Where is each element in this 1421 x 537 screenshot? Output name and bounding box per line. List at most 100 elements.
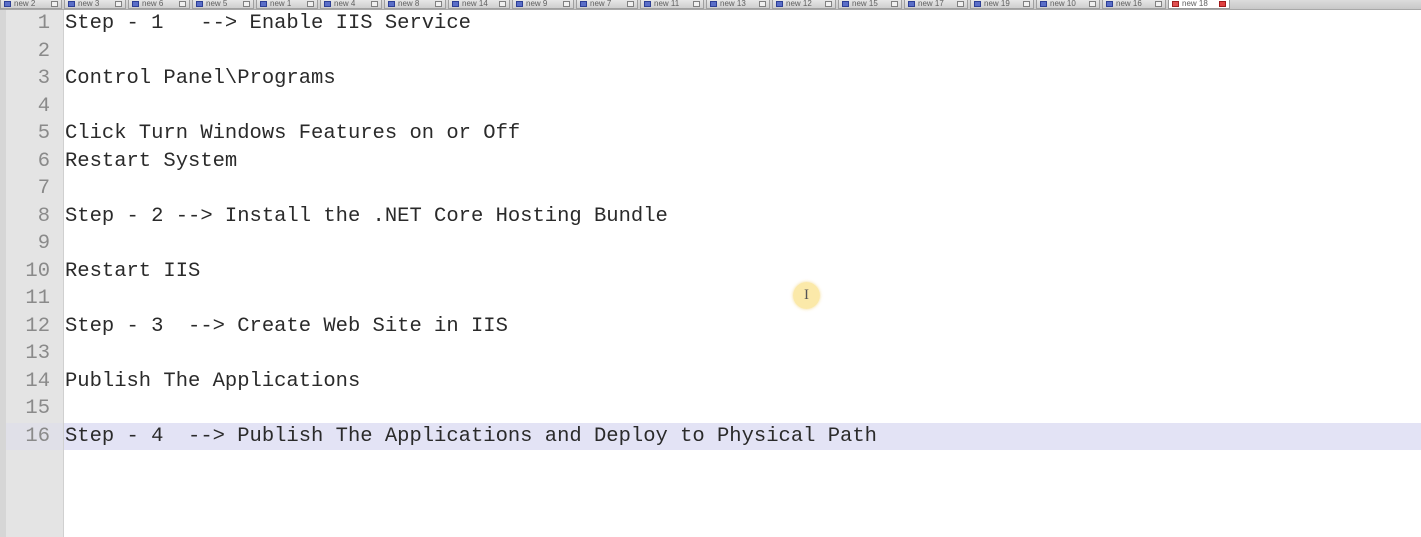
close-tab-icon[interactable] (179, 1, 186, 7)
file-icon (196, 1, 203, 7)
tab-label: new 19 (984, 0, 1010, 8)
tab-label: new 3 (78, 0, 100, 8)
editor-line[interactable]: 1 Step - 1 --> Enable IIS Service (0, 10, 1421, 38)
editor-line[interactable]: 15 (0, 395, 1421, 423)
editor-line[interactable]: 3 Control Panel\Programs (0, 65, 1421, 93)
editor-line[interactable]: 4 (0, 93, 1421, 121)
close-tab-icon[interactable] (1155, 1, 1162, 7)
file-icon (132, 1, 139, 7)
close-tab-icon[interactable] (499, 1, 506, 7)
tab-label: new 13 (720, 0, 746, 8)
editor-line[interactable]: 7 (0, 175, 1421, 203)
line-number: 12 (25, 314, 50, 338)
line-text[interactable]: Publish The Applications (65, 368, 360, 396)
line-text[interactable]: Restart IIS (65, 258, 200, 286)
line-number: 6 (37, 149, 50, 173)
tab-new-3[interactable]: new 3 (64, 0, 126, 9)
line-number: 3 (37, 67, 50, 90)
close-tab-icon[interactable] (51, 1, 58, 7)
notepad-editor-window: new 2 new 3 new 6 new 5 new 1 new 4 new 8 new 1… (0, 0, 1421, 537)
line-text[interactable]: Step - 2 --> Install the .NET Core Hosti… (65, 203, 668, 231)
close-tab-icon[interactable] (957, 1, 964, 7)
close-tab-icon[interactable] (627, 1, 634, 7)
tab-new-15[interactable]: new 15 (838, 0, 902, 9)
close-tab-icon[interactable] (563, 1, 570, 7)
tab-new-1[interactable]: new 1 (256, 0, 318, 9)
close-tab-icon[interactable] (825, 1, 832, 7)
close-tab-icon[interactable] (371, 1, 378, 7)
file-icon (260, 1, 267, 7)
file-icon (516, 1, 523, 7)
tab-new-10[interactable]: new 10 (1036, 0, 1100, 9)
editor-line[interactable]: 14 Publish The Applications (0, 368, 1421, 396)
tab-new-17[interactable]: new 17 (904, 0, 968, 9)
file-icon (388, 1, 395, 7)
close-tab-icon[interactable] (307, 1, 314, 7)
file-icon (842, 1, 849, 7)
tab-new-7[interactable]: new 7 (576, 0, 638, 9)
line-number: 16 (25, 424, 50, 448)
close-tab-icon[interactable] (243, 1, 250, 7)
tab-new-9[interactable]: new 9 (512, 0, 574, 9)
editor-line[interactable]: 6 Restart System (0, 148, 1421, 176)
tab-new-4[interactable]: new 4 (320, 0, 382, 9)
line-number: 11 (25, 287, 50, 310)
tab-label: new 9 (526, 0, 548, 8)
editor-line[interactable]: 8 Step - 2 --> Install the .NET Core Host… (0, 203, 1421, 231)
tab-label: new 18 (1182, 0, 1208, 8)
file-icon (644, 1, 651, 7)
editor-line[interactable]: 5 Click Turn Windows Features on or Off (0, 120, 1421, 148)
tab-label: new 16 (1116, 0, 1142, 8)
editor-line[interactable]: 13 (0, 340, 1421, 368)
line-text[interactable]: Restart System (65, 148, 237, 176)
line-text[interactable]: Step - 4 --> Publish The Applications an… (65, 423, 877, 451)
tab-label: new 2 (14, 0, 36, 8)
close-tab-icon[interactable] (435, 1, 442, 7)
line-text[interactable]: Step - 3 --> Create Web Site in IIS (65, 313, 508, 341)
editor-line[interactable]: 9 (0, 230, 1421, 258)
tab-label: new 11 (654, 0, 680, 8)
close-tab-icon[interactable] (1089, 1, 1096, 7)
line-number: 8 (37, 204, 50, 228)
current-line[interactable]: 16 Step - 4 --> Publish The Applications … (0, 422, 1421, 451)
tab-label: new 12 (786, 0, 812, 8)
close-tab-icon[interactable] (891, 1, 898, 7)
file-icon (776, 1, 783, 7)
tab-new-18[interactable]: new 18 (1168, 0, 1230, 9)
close-tab-icon[interactable] (693, 1, 700, 7)
file-icon (908, 1, 915, 7)
editor-line[interactable]: 10 Restart IIS (0, 258, 1421, 286)
tab-label: new 14 (462, 0, 488, 8)
line-number: 1 (37, 12, 50, 35)
tab-new-14[interactable]: new 14 (448, 0, 510, 9)
tab-new-5[interactable]: new 5 (192, 0, 254, 9)
tab-label: new 1 (270, 0, 292, 8)
tab-label: new 5 (206, 0, 228, 8)
tab-new-12[interactable]: new 12 (772, 0, 836, 9)
text-cursor-icon: I (804, 287, 809, 303)
close-tab-icon[interactable] (1023, 1, 1030, 7)
tab-new-19[interactable]: new 19 (970, 0, 1034, 9)
file-icon (68, 1, 75, 7)
close-tab-icon[interactable] (1219, 1, 1226, 7)
tab-new-16[interactable]: new 16 (1102, 0, 1166, 9)
file-icon (974, 1, 981, 7)
editor-line[interactable]: 2 (0, 38, 1421, 66)
editor-line[interactable]: 11 (0, 285, 1421, 313)
line-text[interactable]: Control Panel\Programs (65, 65, 336, 93)
close-tab-icon[interactable] (115, 1, 122, 7)
close-tab-icon[interactable] (759, 1, 766, 7)
tab-new-8[interactable]: new 8 (384, 0, 446, 9)
tab-new-6[interactable]: new 6 (128, 0, 190, 9)
editor-line[interactable]: 12 Step - 3 --> Create Web Site in IIS (0, 313, 1421, 341)
tab-new-13[interactable]: new 13 (706, 0, 770, 9)
tab-new-2[interactable]: new 2 (0, 0, 62, 9)
tab-label: new 4 (334, 0, 356, 8)
file-icon (1106, 1, 1113, 7)
tab-label: new 8 (398, 0, 420, 8)
editor-text-area[interactable]: 1 Step - 1 --> Enable IIS Service 2 3 Contro… (0, 10, 1421, 450)
tab-label: new 10 (1050, 0, 1076, 8)
line-text[interactable]: Step - 1 --> Enable IIS Service (65, 10, 471, 38)
tab-new-11[interactable]: new 11 (640, 0, 704, 9)
line-text[interactable]: Click Turn Windows Features on or Off (65, 120, 520, 148)
